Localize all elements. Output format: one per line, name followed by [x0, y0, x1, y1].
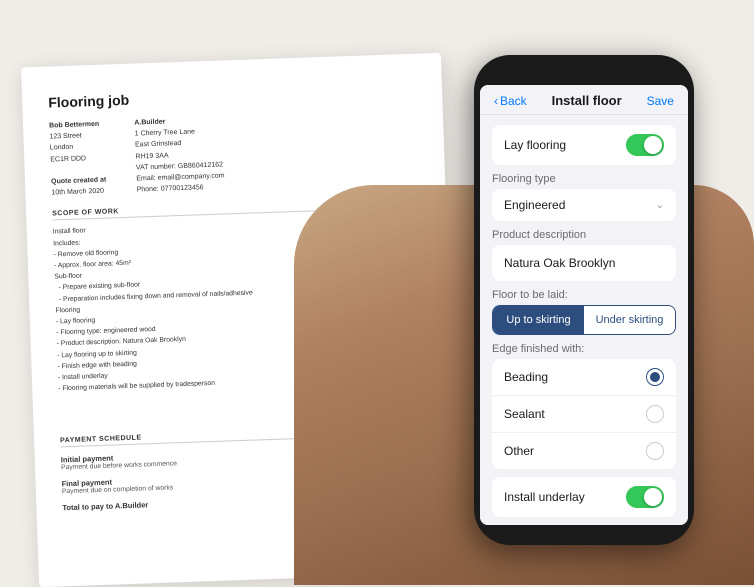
- floor-laid-label: Floor to be laid:: [492, 289, 676, 301]
- builder-name: A.Builder: [134, 114, 223, 128]
- product-desc-value: Natura Oak Brooklyn: [504, 256, 615, 270]
- edge-finished-group: Beading Sealant Other: [492, 359, 676, 469]
- radio-beading-dot: [650, 372, 660, 382]
- client-addr1: 123 Street: [49, 133, 82, 141]
- back-label: Back: [500, 94, 527, 108]
- builder-addr3: RH19 3AA: [135, 152, 168, 160]
- edge-finished-label: Edge finished with:: [492, 343, 676, 355]
- client-addr3: EC1R DDD: [50, 155, 86, 163]
- payment-3-label: Total to pay to A.Builder: [62, 501, 148, 513]
- floor-buttons: Up to skirting Under skirting: [492, 305, 676, 335]
- chevron-left-icon: ‹: [494, 94, 498, 108]
- lay-flooring-toggle[interactable]: [626, 134, 664, 156]
- builder-vat: VAT number: GB860412162: [136, 161, 223, 171]
- floor-btn-under-skirting[interactable]: Under skirting: [584, 306, 675, 334]
- radio-beading[interactable]: Beading: [492, 359, 676, 396]
- lay-flooring-row: Lay flooring: [492, 125, 676, 165]
- chevron-down-icon: ⌄: [656, 200, 664, 211]
- quote-date: 10th March 2020: [51, 188, 104, 197]
- radio-sealant-label: Sealant: [504, 407, 545, 421]
- flooring-type-value: Engineered: [504, 198, 565, 212]
- builder-addr1: 1 Cherry Tree Lane: [135, 129, 196, 138]
- radio-sealant[interactable]: Sealant: [492, 396, 676, 433]
- radio-other-circle: [646, 442, 664, 460]
- client-addr2: London: [50, 144, 74, 152]
- radio-beading-label: Beading: [504, 370, 548, 384]
- radio-other[interactable]: Other: [492, 433, 676, 469]
- builder-addr2: East Grinstead: [135, 140, 182, 149]
- install-underlay-label: Install underlay: [504, 490, 585, 504]
- flooring-type-label: Flooring type: [492, 173, 676, 185]
- client-name: Bob Bettermen: [49, 119, 105, 132]
- phone: ‹ Back Install floor Save Lay flooring F…: [474, 55, 694, 545]
- save-button[interactable]: Save: [647, 94, 674, 108]
- doc-title: Flooring job: [48, 82, 416, 111]
- install-underlay-row: Install underlay: [492, 477, 676, 517]
- radio-sealant-circle: [646, 405, 664, 423]
- product-desc-field[interactable]: Natura Oak Brooklyn: [492, 245, 676, 281]
- radio-other-label: Other: [504, 444, 534, 458]
- phone-notch: [554, 69, 614, 79]
- toggle-thumb: [644, 136, 662, 154]
- phone-content: Lay flooring Flooring type Engineered ⌄ …: [480, 115, 688, 525]
- flooring-type-dropdown[interactable]: Engineered ⌄: [492, 189, 676, 221]
- product-desc-label: Product description: [492, 229, 676, 241]
- phone-title: Install floor: [552, 93, 622, 108]
- phone-header: ‹ Back Install floor Save: [480, 85, 688, 115]
- back-button[interactable]: ‹ Back: [494, 94, 527, 108]
- radio-beading-circle: [646, 368, 664, 386]
- builder-phone: Phone: 07700123456: [137, 184, 204, 193]
- lay-flooring-label: Lay flooring: [504, 138, 566, 152]
- phone-screen: ‹ Back Install floor Save Lay flooring F…: [480, 85, 688, 525]
- install-underlay-toggle[interactable]: [626, 486, 664, 508]
- quote-created-label: Quote created at: [51, 175, 107, 188]
- builder-email: Email: email@company.com: [136, 172, 224, 182]
- floor-btn-up-to-skirting[interactable]: Up to skirting: [493, 306, 584, 334]
- toggle-thumb-2: [644, 488, 662, 506]
